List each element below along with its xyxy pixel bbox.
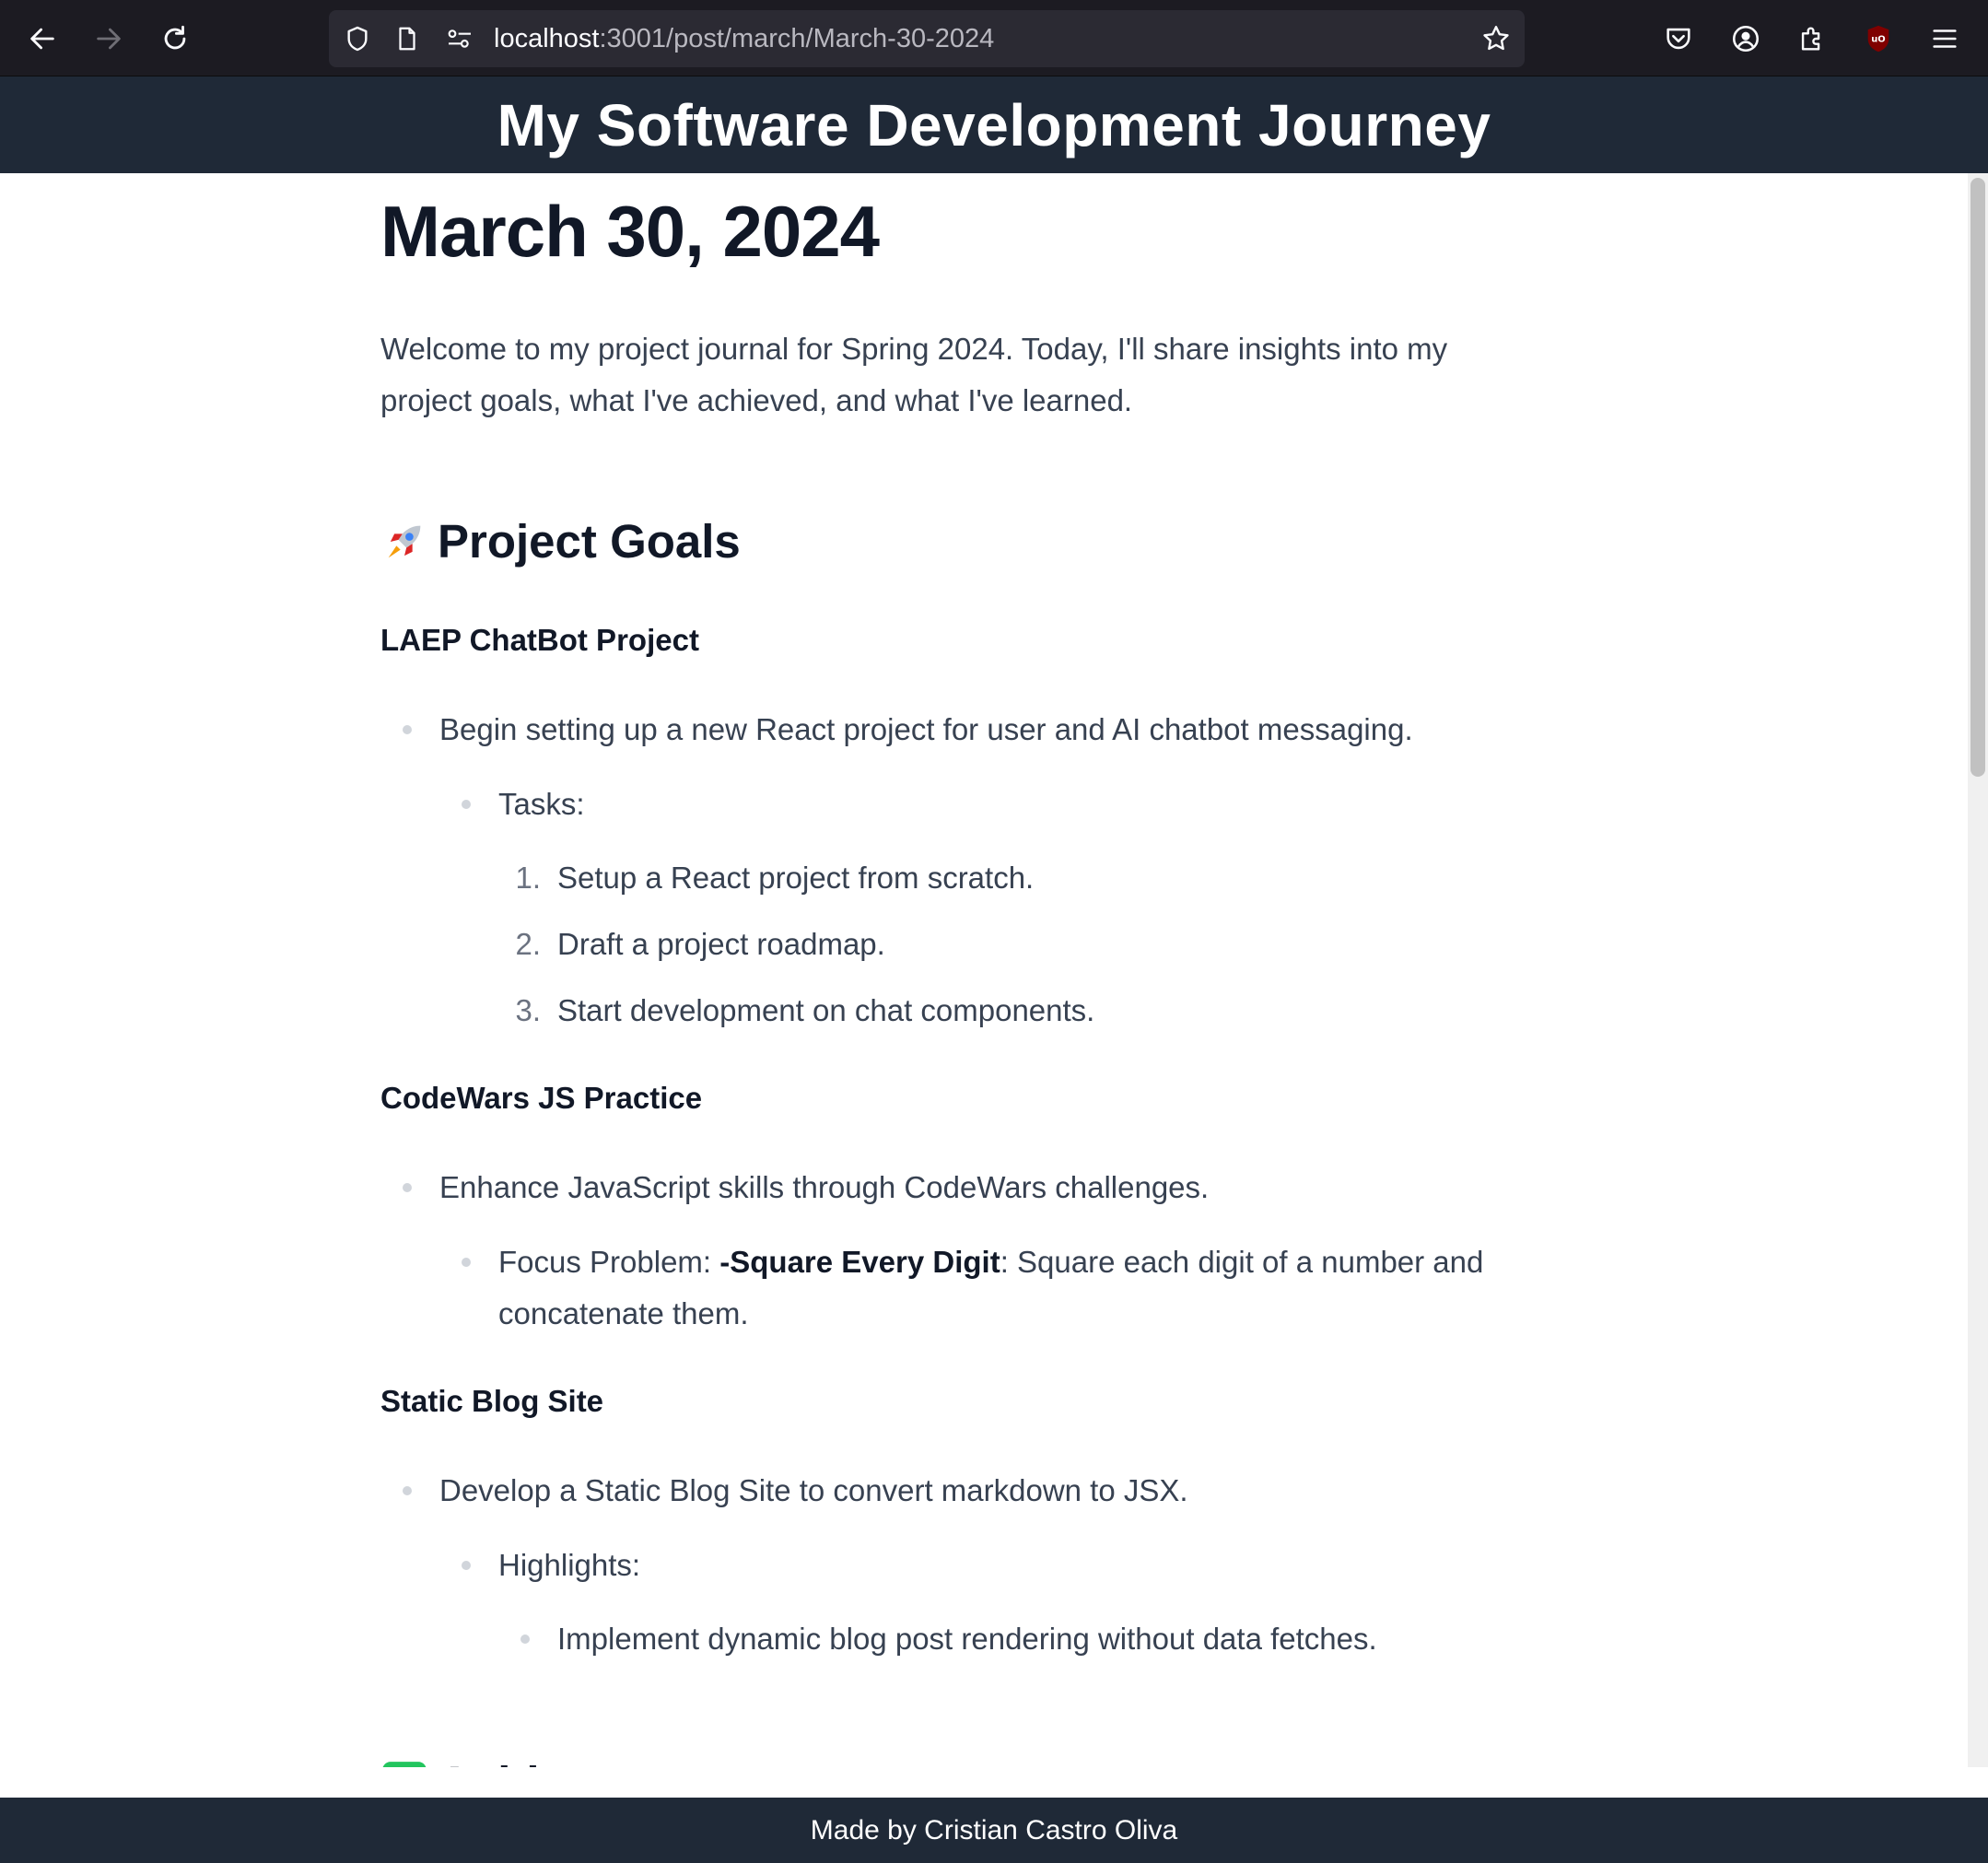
focus-description-cont: concatenate them. xyxy=(498,1296,749,1330)
list-item: Focus Problem: -Square Every Digit: Squa… xyxy=(498,1236,1523,1340)
reload-button[interactable] xyxy=(148,12,202,65)
focus-problem-name: -Square Every Digit xyxy=(719,1245,1000,1279)
bullet-marker xyxy=(462,1258,471,1267)
site-footer: Made by Cristian Castro Oliva xyxy=(0,1798,1988,1863)
account-icon xyxy=(1732,25,1760,53)
list-item: Draft a project roadmap. xyxy=(557,927,885,961)
ublock-icon: uO xyxy=(1867,25,1889,53)
bullet-marker xyxy=(403,1183,412,1192)
project-heading-static-blog: Static Blog Site xyxy=(380,1384,604,1418)
url-host: localhost xyxy=(494,24,600,53)
project-heading-codewars: CodeWars JS Practice xyxy=(380,1081,703,1115)
site-title: My Software Development Journey xyxy=(497,91,1491,158)
forward-button[interactable] xyxy=(82,12,135,65)
bullet-marker xyxy=(462,800,471,809)
footer-spacer xyxy=(0,1767,1988,1798)
list-item: Start development on chat components. xyxy=(557,993,1095,1027)
rocket-icon xyxy=(388,525,421,557)
footer-credit: Made by Cristian Castro Oliva xyxy=(810,1814,1178,1845)
focus-label: Focus Problem: xyxy=(498,1245,720,1279)
shield-icon[interactable] xyxy=(342,23,373,54)
content-viewport: March 30, 2024 Welcome to my project jou… xyxy=(0,173,1968,1767)
bullet-marker xyxy=(462,1561,471,1570)
url-text[interactable]: localhost:3001/post/march/March-30-2024 xyxy=(494,23,994,54)
back-icon xyxy=(30,28,54,50)
list-item: Develop a Static Blog Site to convert ma… xyxy=(439,1473,1188,1507)
list-item: Begin setting up a new React project for… xyxy=(439,712,1413,746)
url-bar[interactable]: localhost:3001/post/march/March-30-2024 xyxy=(329,10,1525,67)
menu-icon xyxy=(1933,29,1957,48)
section-heading-text: Project Goals xyxy=(438,515,741,568)
reload-icon xyxy=(164,25,186,50)
back-button[interactable] xyxy=(16,12,69,65)
list-item: Enhance JavaScript skills through CodeWa… xyxy=(439,1170,1210,1204)
section-heading-achievements: Achi xyxy=(380,1756,540,1767)
list-item: Tasks: xyxy=(498,787,585,821)
pocket-button[interactable] xyxy=(1652,12,1705,65)
bullet-marker xyxy=(403,1486,412,1495)
page-icon[interactable] xyxy=(392,23,423,54)
bullet-marker xyxy=(520,1635,530,1644)
section-heading-project-goals: Project Goals xyxy=(380,514,741,568)
pocket-icon xyxy=(1666,28,1690,50)
menu-button[interactable] xyxy=(1918,12,1971,65)
post-intro: Welcome to my project journal for Spring… xyxy=(380,332,1448,417)
ordered-number: 1. xyxy=(515,861,541,895)
account-button[interactable] xyxy=(1719,12,1772,65)
browser-toolbar: localhost:3001/post/march/March-30-2024 … xyxy=(0,0,1988,76)
url-path: :3001/post/march/March-30-2024 xyxy=(599,24,995,53)
scrollbar-thumb[interactable] xyxy=(1970,178,1985,777)
ublock-button[interactable]: uO xyxy=(1852,12,1905,65)
check-mark-icon xyxy=(382,1761,427,1767)
ordered-number: 3. xyxy=(515,993,541,1027)
list-item: Implement dynamic blog post rendering wi… xyxy=(557,1622,1377,1656)
permissions-icon[interactable] xyxy=(444,23,475,54)
focus-description: : Square each digit of a number and xyxy=(1000,1245,1484,1279)
ordered-number: 2. xyxy=(515,927,541,961)
project-heading-laep: LAEP ChatBot Project xyxy=(380,623,699,657)
site-header: My Software Development Journey xyxy=(0,76,1988,173)
extensions-button[interactable] xyxy=(1785,12,1839,65)
forward-icon xyxy=(97,28,121,50)
bullet-marker xyxy=(403,725,412,734)
bookmark-star-icon[interactable] xyxy=(1480,23,1512,54)
extensions-icon xyxy=(1801,27,1820,51)
svg-text:uO: uO xyxy=(1871,35,1885,45)
post-title: March 30, 2024 xyxy=(380,191,880,272)
list-item: Highlights: xyxy=(498,1548,641,1582)
list-item: Setup a React project from scratch. xyxy=(557,861,1035,895)
section-heading-text: Achi xyxy=(438,1756,540,1767)
